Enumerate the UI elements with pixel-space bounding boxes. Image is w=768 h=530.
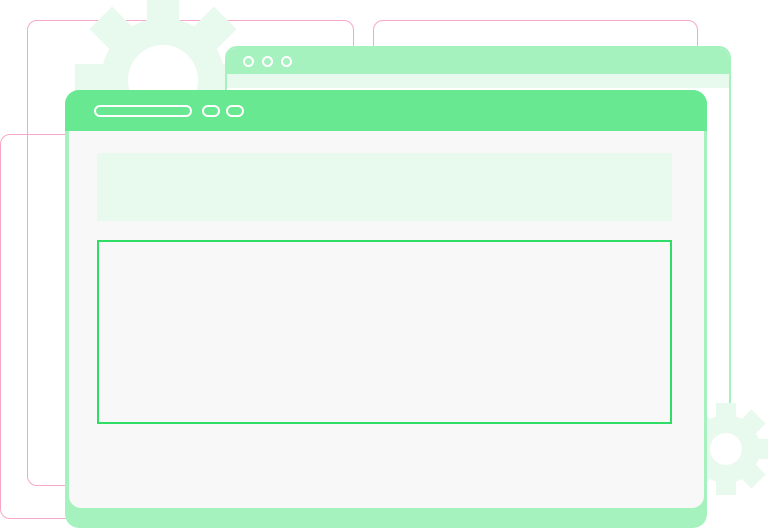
window-dot-icon bbox=[243, 56, 254, 67]
background-window-toolbar bbox=[227, 74, 729, 88]
window-dot-icon bbox=[262, 56, 273, 67]
background-window-titlebar bbox=[227, 48, 729, 74]
window-dot-icon bbox=[281, 56, 292, 67]
address-bar[interactable] bbox=[94, 105, 192, 117]
window-button[interactable] bbox=[226, 105, 244, 117]
window-button[interactable] bbox=[202, 105, 220, 117]
content-banner-placeholder bbox=[97, 153, 672, 221]
content-panel-placeholder bbox=[97, 240, 672, 424]
main-window-titlebar bbox=[65, 90, 707, 131]
